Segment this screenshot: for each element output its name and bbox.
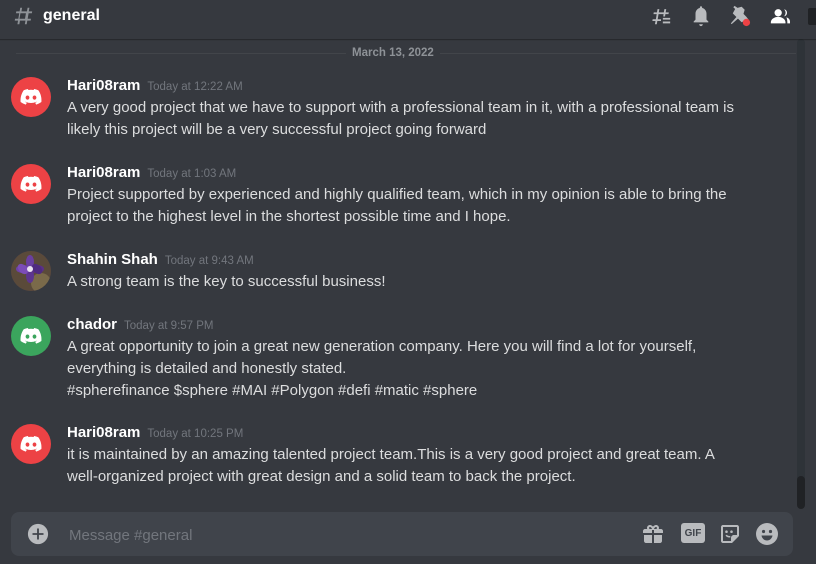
message-composer: GIF [11,512,793,556]
message-header: Hari08ram Today at 10:25 PM [67,424,243,443]
discord-logo-icon [20,328,42,344]
discord-logo-icon [20,176,42,192]
member-list-icon[interactable] [769,5,791,27]
message-content: it is maintained by an amazing talented … [67,444,787,488]
author-name[interactable]: Shahin Shah [67,251,158,268]
message-line: A very good project that we have to supp… [67,99,735,116]
discord-logo-icon [20,436,42,452]
avatar[interactable] [11,251,51,291]
message-content: A strong team is the key to successful b… [67,271,787,293]
message-timestamp: Today at 12:22 AM [147,81,243,93]
window-edge [808,8,816,25]
pinned-messages-icon[interactable] [729,5,751,27]
message-line: A great opportunity to join a great new … [67,338,697,355]
message-header: Hari08ram Today at 12:22 AM [67,77,243,96]
message-line: A strong team is the key to successful b… [67,273,386,290]
date-divider: March 13, 2022 [346,46,440,60]
message-timestamp: Today at 1:03 AM [147,168,237,180]
author-name[interactable]: Hari08ram [67,424,140,441]
emoji-icon[interactable] [755,522,779,546]
message-line: it is maintained by an amazing talented … [67,446,715,463]
gif-icon[interactable]: GIF [681,523,705,543]
scrollbar-thumb[interactable] [797,476,805,509]
message-header: Shahin Shah Today at 9:43 AM [67,251,254,270]
message-timestamp: Today at 10:25 PM [147,428,244,440]
avatar[interactable] [11,424,51,464]
notification-bell-icon[interactable] [690,5,712,27]
message-header: Hari08ram Today at 1:03 AM [67,164,236,183]
message-line: likely this project will be a very succe… [67,121,487,138]
message-line: Project supported by experienced and hig… [67,186,727,203]
avatar[interactable] [11,316,51,356]
message-timestamp: Today at 9:43 AM [164,255,254,267]
avatar[interactable] [11,77,51,117]
message-timestamp: Today at 9:57 PM [124,320,214,332]
sticker-icon[interactable] [718,522,742,546]
message-line: project to the highest level in the shor… [67,208,511,225]
message-line: well-organized project with great design… [67,468,576,485]
add-attachment-icon[interactable] [27,523,49,545]
message-content: Project supported by experienced and hig… [67,184,787,228]
scrollbar-track[interactable] [797,39,805,501]
flower-photo-icon [11,251,51,291]
message-list[interactable]: March 13, 2022 Hari08ram Today at 12:22 A… [0,39,800,499]
channel-title: general [43,7,100,24]
message-header: chador Today at 9:57 PM [67,316,214,335]
message-hashtags: #spherefinance $sphere #MAI #Polygon #de… [67,382,478,399]
message-line: everything is detailed and honestly stat… [67,360,347,377]
gif-label: GIF [684,527,702,539]
author-name[interactable]: chador [67,316,117,333]
message-content: A great opportunity to join a great new … [67,336,787,402]
hashtag-icon [14,7,33,25]
channel-header: general [0,0,816,39]
discord-logo-icon [20,89,42,105]
gift-icon[interactable] [641,522,665,546]
avatar[interactable] [11,164,51,204]
threads-icon[interactable] [650,5,672,27]
message-input[interactable] [67,522,591,548]
message-content: A very good project that we have to supp… [67,97,787,141]
author-name[interactable]: Hari08ram [67,77,140,94]
author-name[interactable]: Hari08ram [67,164,140,181]
